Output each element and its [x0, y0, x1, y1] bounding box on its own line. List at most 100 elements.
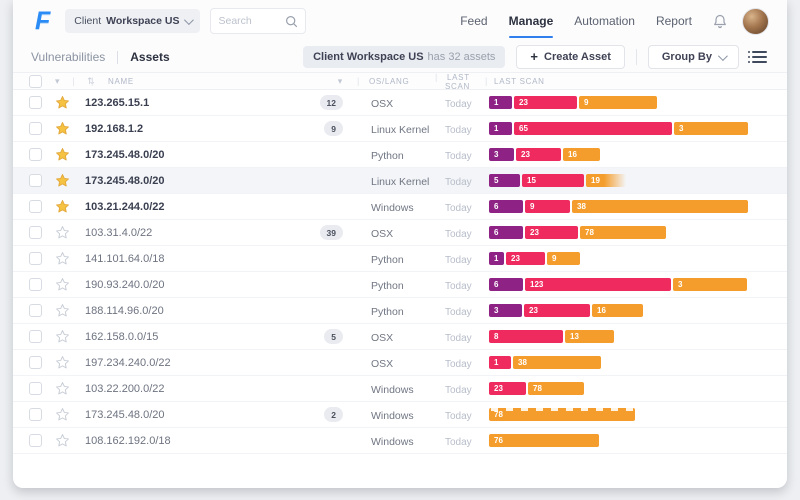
severity-bar: 3 23 16: [489, 304, 771, 317]
count-badge: 12: [319, 95, 343, 110]
table-row[interactable]: 173.245.48.0/20 Linux Kernel Today 5 15 19: [13, 168, 787, 194]
row-checkbox[interactable]: [29, 252, 42, 265]
asset-name[interactable]: 173.245.48.0/20: [85, 149, 165, 161]
table-row[interactable]: 123.265.15.1 12 OSX Today 1 23 9: [13, 90, 787, 116]
asset-name[interactable]: 103.21.244.0/22: [85, 201, 165, 213]
nav-report[interactable]: Report: [656, 10, 692, 32]
row-checkbox[interactable]: [29, 408, 42, 421]
severity-bar: 3 23 16: [489, 148, 771, 161]
top-nav: Feed Manage Automation Report: [460, 10, 692, 38]
table-row[interactable]: 197.234.240.0/22 OSX Today 1 38: [13, 350, 787, 376]
tab-vulnerabilities[interactable]: Vulnerabilities: [31, 50, 105, 64]
asset-name[interactable]: 188.114.96.0/20: [85, 305, 164, 317]
star-filled-icon[interactable]: [55, 199, 70, 214]
star-filled-icon[interactable]: [55, 95, 70, 110]
nav-automation[interactable]: Automation: [574, 10, 635, 32]
severity-bar: 6 23 78: [489, 226, 771, 239]
row-checkbox[interactable]: [29, 200, 42, 213]
asset-name[interactable]: 197.234.240.0/22: [85, 357, 171, 369]
star-outline-icon[interactable]: [55, 303, 70, 318]
star-filled-icon[interactable]: [55, 173, 70, 188]
star-outline-icon[interactable]: [55, 355, 70, 370]
star-outline-icon[interactable]: [55, 407, 70, 422]
nav-manage[interactable]: Manage: [508, 10, 553, 38]
bell-icon[interactable]: [712, 13, 728, 30]
severity-segment-orange: 9: [579, 96, 657, 109]
chevron-down-icon[interactable]: ▾: [338, 76, 343, 87]
star-filled-icon[interactable]: [55, 121, 70, 136]
table-row[interactable]: 141.101.64.0/18 Python Today 1 23 9: [13, 246, 787, 272]
search-input[interactable]: Search: [210, 8, 307, 34]
severity-segment-purple: 3: [489, 148, 514, 161]
table-row[interactable]: 173.245.48.0/20 2 Windows Today 78: [13, 402, 787, 428]
workspace-assets-badge: Client Workspace US has 32 assets: [303, 46, 506, 68]
table-row[interactable]: 188.114.96.0/20 Python Today 3 23 16: [13, 298, 787, 324]
nav-feed[interactable]: Feed: [460, 10, 487, 32]
severity-segment-pink: 23: [516, 148, 561, 161]
row-checkbox[interactable]: [29, 330, 42, 343]
asset-name[interactable]: 103.31.4.0/22: [85, 227, 152, 239]
row-checkbox[interactable]: [29, 174, 42, 187]
star-outline-icon[interactable]: [55, 277, 70, 292]
asset-name[interactable]: 190.93.240.0/20: [85, 279, 165, 291]
table-row[interactable]: 190.93.240.0/20 Python Today 6 123 3: [13, 272, 787, 298]
workspace-selector[interactable]: Client Workspace US: [65, 9, 201, 33]
table-row[interactable]: 103.22.200.0/22 Windows Today 23 78: [13, 376, 787, 402]
user-avatar[interactable]: [742, 7, 769, 35]
asset-name[interactable]: 108.162.192.0/18: [85, 435, 171, 447]
row-checkbox[interactable]: [29, 278, 42, 291]
search-icon: [286, 15, 298, 27]
severity-segment-purple: 6: [489, 226, 523, 239]
star-outline-icon[interactable]: [55, 381, 70, 396]
severity-segment-orange: 16: [592, 304, 643, 317]
star-outline-icon[interactable]: [55, 251, 70, 266]
asset-name[interactable]: 123.265.15.1: [85, 97, 149, 109]
severity-segment-purple: 3: [489, 304, 522, 317]
row-checkbox[interactable]: [29, 96, 42, 109]
star-filled-icon[interactable]: [55, 147, 70, 162]
table-row[interactable]: 108.162.192.0/18 Windows Today 76: [13, 428, 787, 454]
row-checkbox[interactable]: [29, 356, 42, 369]
star-outline-icon[interactable]: [55, 225, 70, 240]
severity-segment-pink: 23: [506, 252, 545, 265]
app-window: F Client Workspace US Search Feed Manage A…: [13, 0, 787, 488]
table-row[interactable]: 103.21.244.0/22 Windows Today 6 9 38: [13, 194, 787, 220]
asset-name[interactable]: 192.168.1.2: [85, 123, 143, 135]
asset-name[interactable]: 162.158.0.0/15: [85, 331, 158, 343]
header-last-scan[interactable]: LAST SCAN: [445, 73, 470, 91]
severity-segment-pink: 65: [514, 122, 672, 135]
table-row[interactable]: 173.245.48.0/20 Python Today 3 23 16: [13, 142, 787, 168]
header-last-scan-2[interactable]: LAST SCAN: [494, 77, 545, 86]
chevron-down-icon[interactable]: ▾: [55, 76, 60, 87]
plus-icon: +: [530, 49, 539, 64]
row-checkbox[interactable]: [29, 226, 42, 239]
last-scan-value: Today: [445, 384, 472, 396]
workspace-name: Workspace US: [106, 15, 180, 27]
table-row[interactable]: 103.31.4.0/22 39 OSX Today 6 23 78: [13, 220, 787, 246]
asset-name[interactable]: 103.22.200.0/22: [85, 383, 165, 395]
table-row[interactable]: 192.168.1.2 9 Linux Kernel Today 1 65 3: [13, 116, 787, 142]
select-all-checkbox[interactable]: [29, 74, 42, 88]
last-scan-value: Today: [445, 150, 472, 162]
tab-assets[interactable]: Assets: [130, 50, 169, 64]
row-checkbox[interactable]: [29, 434, 42, 447]
asset-name[interactable]: 141.101.64.0/18: [85, 253, 165, 265]
asset-name[interactable]: 173.245.48.0/20: [85, 409, 165, 421]
severity-segment-purple: 5: [489, 174, 520, 187]
star-outline-icon[interactable]: [55, 329, 70, 344]
table-row[interactable]: 162.158.0.0/15 5 OSX Today 8 13: [13, 324, 787, 350]
asset-name[interactable]: 173.245.48.0/20: [85, 175, 165, 187]
row-checkbox[interactable]: [29, 148, 42, 161]
divider: [635, 49, 637, 65]
row-checkbox[interactable]: [29, 122, 42, 135]
row-checkbox[interactable]: [29, 382, 42, 395]
header-os-lang[interactable]: OS/LANG: [369, 77, 409, 86]
star-outline-icon[interactable]: [55, 433, 70, 448]
header-name[interactable]: NAME: [108, 77, 134, 86]
group-by-button[interactable]: Group By: [647, 45, 739, 69]
list-view-icon[interactable]: [748, 49, 769, 65]
asset-os: Python: [371, 253, 404, 266]
row-checkbox[interactable]: [29, 304, 42, 317]
table-body: 123.265.15.1 12 OSX Today 1 23 9 192.168.1.2 9 L…: [13, 90, 787, 454]
create-asset-button[interactable]: + Create Asset: [516, 45, 625, 69]
